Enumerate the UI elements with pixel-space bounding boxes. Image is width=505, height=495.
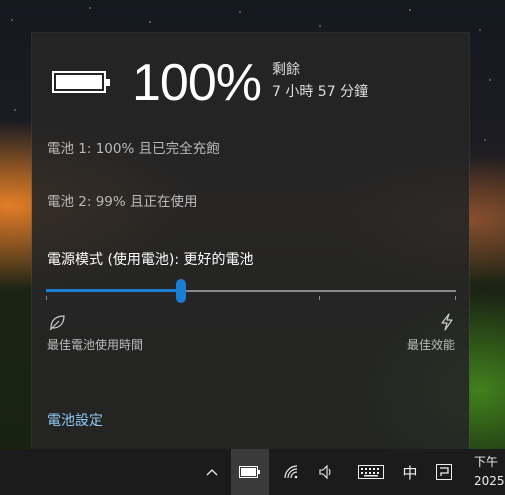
battery-percent: 100% [132, 54, 262, 112]
remaining-label: 剩餘 [272, 62, 300, 78]
battery1-status: 電池 1: 100% 且已完全充飽 [47, 141, 220, 157]
battery-settings-link[interactable]: 電池設定 [47, 410, 103, 430]
battery-tray-button[interactable] [231, 449, 269, 495]
clock[interactable]: 下午 2025 [474, 453, 505, 491]
touch-keyboard-button[interactable] [354, 449, 388, 495]
battery-icon [52, 71, 110, 93]
power-mode-label: 電源模式 (使用電池): 更好的電池 [47, 252, 254, 268]
taskbar: 中 下午 2025 [0, 449, 505, 495]
network-button[interactable] [280, 449, 304, 495]
power-mode-slider[interactable] [46, 279, 456, 303]
slider-tick [455, 296, 456, 300]
ime-mode-button[interactable] [432, 449, 456, 495]
chevron-up-icon [206, 469, 218, 476]
slider-tick [46, 296, 47, 300]
remaining-time: 7 小時 57 分鐘 [272, 84, 369, 100]
battery2-status: 電池 2: 99% 且正在使用 [47, 194, 198, 210]
input-language-button[interactable]: 中 [398, 449, 422, 495]
battery-tray-icon [239, 466, 260, 478]
clock-line2: 2025 [474, 474, 505, 488]
volume-icon [319, 464, 331, 480]
slider-max-label: 最佳效能 [406, 338, 455, 352]
keyboard-icon [358, 465, 384, 479]
ime-icon [436, 464, 452, 480]
show-hidden-icons-button[interactable] [198, 449, 226, 495]
clock-line1: 下午 [474, 455, 499, 469]
volume-button[interactable] [315, 449, 339, 495]
battery-flyout: 100% 剩餘 7 小時 57 分鐘 電池 1: 100% 且已完全充飽 電池 … [32, 33, 469, 449]
slider-thumb[interactable] [176, 279, 187, 303]
slider-tick [319, 296, 321, 300]
slider-track-fill [46, 289, 182, 292]
slider-min-label: 最佳電池使用時間 [47, 338, 144, 352]
bolt-icon [441, 313, 453, 331]
wifi-icon [284, 465, 298, 479]
leaf-icon [49, 315, 65, 331]
